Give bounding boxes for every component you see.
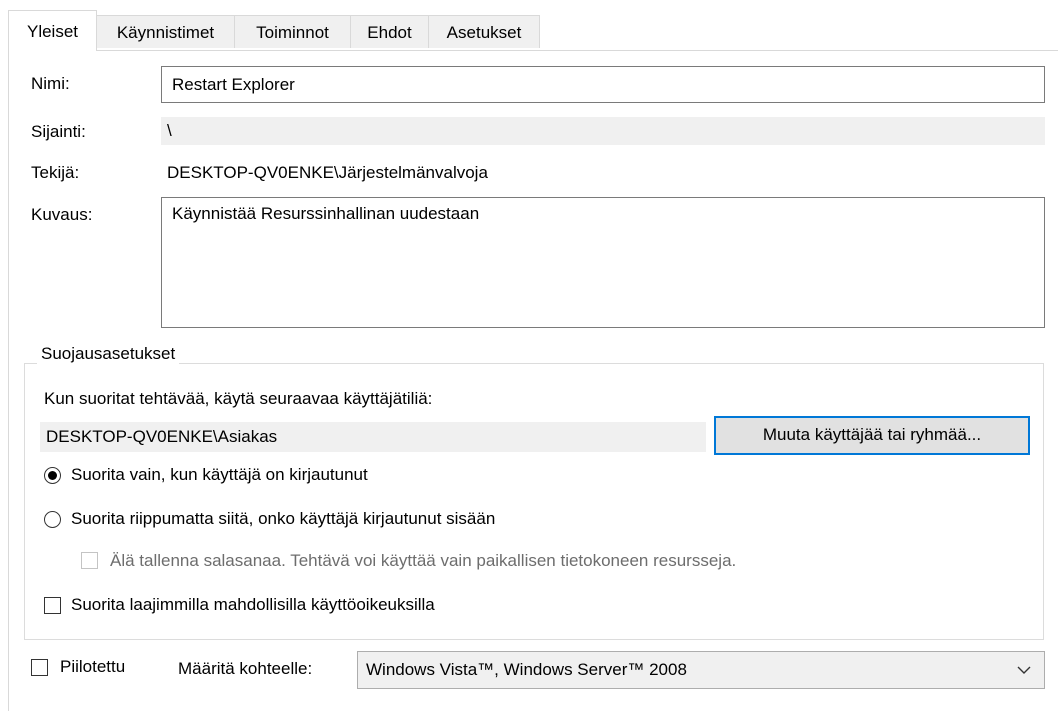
radio-selected-dot: [48, 471, 57, 480]
tab-settings[interactable]: Asetukset: [428, 15, 540, 48]
configure-for-select[interactable]: Windows Vista™, Windows Server™ 2008: [357, 651, 1045, 689]
location-label: Sijainti:: [31, 122, 86, 141]
tab-triggers[interactable]: Käynnistimet: [96, 15, 235, 48]
author-value: DESKTOP-QV0ENKE\Järjestelmänvalvoja: [167, 163, 488, 182]
no-store-password-label: Älä tallenna salasanaa. Tehtävä voi käyt…: [110, 551, 737, 570]
user-account-value: DESKTOP-QV0ENKE\Asiakas: [40, 422, 706, 452]
tab-actions[interactable]: Toiminnot: [234, 15, 351, 48]
run-as-prompt: Kun suoritat tehtävää, käytä seuraavaa k…: [44, 389, 433, 408]
no-store-password-checkbox[interactable]: [81, 552, 98, 569]
run-whether-logged-on-radio[interactable]: [44, 511, 61, 528]
hidden-checkbox[interactable]: [31, 659, 48, 676]
location-value: \: [161, 117, 1045, 145]
hidden-label[interactable]: Piilotettu: [60, 657, 125, 677]
name-input[interactable]: Restart Explorer: [161, 66, 1045, 103]
highest-privileges-checkbox[interactable]: [44, 597, 61, 614]
run-logged-on-radio[interactable]: [44, 467, 61, 484]
configure-for-label: Määritä kohteelle:: [178, 659, 313, 678]
security-group-title: Suojausasetukset: [37, 344, 180, 364]
name-label: Nimi:: [31, 74, 70, 93]
description-label: Kuvaus:: [31, 205, 93, 224]
tab-general[interactable]: Yleiset: [8, 10, 97, 51]
run-whether-logged-on-label[interactable]: Suorita riippumatta siitä, onko käyttäjä…: [71, 509, 495, 529]
chevron-down-icon: [1016, 652, 1032, 688]
tab-strip: Yleiset Käynnistimet Toiminnot Ehdot Ase…: [0, 0, 1058, 51]
change-user-button[interactable]: Muuta käyttäjää tai ryhmää...: [714, 416, 1030, 455]
author-label: Tekijä:: [31, 163, 80, 182]
run-logged-on-label[interactable]: Suorita vain, kun käyttäjä on kirjautunu…: [71, 465, 368, 485]
configure-for-value: Windows Vista™, Windows Server™ 2008: [366, 660, 687, 679]
description-textarea[interactable]: Käynnistää Resurssinhallinan uudestaan: [161, 197, 1045, 328]
tab-conditions[interactable]: Ehdot: [350, 15, 429, 48]
highest-privileges-label[interactable]: Suorita laajimmilla mahdollisilla käyttö…: [71, 595, 435, 615]
